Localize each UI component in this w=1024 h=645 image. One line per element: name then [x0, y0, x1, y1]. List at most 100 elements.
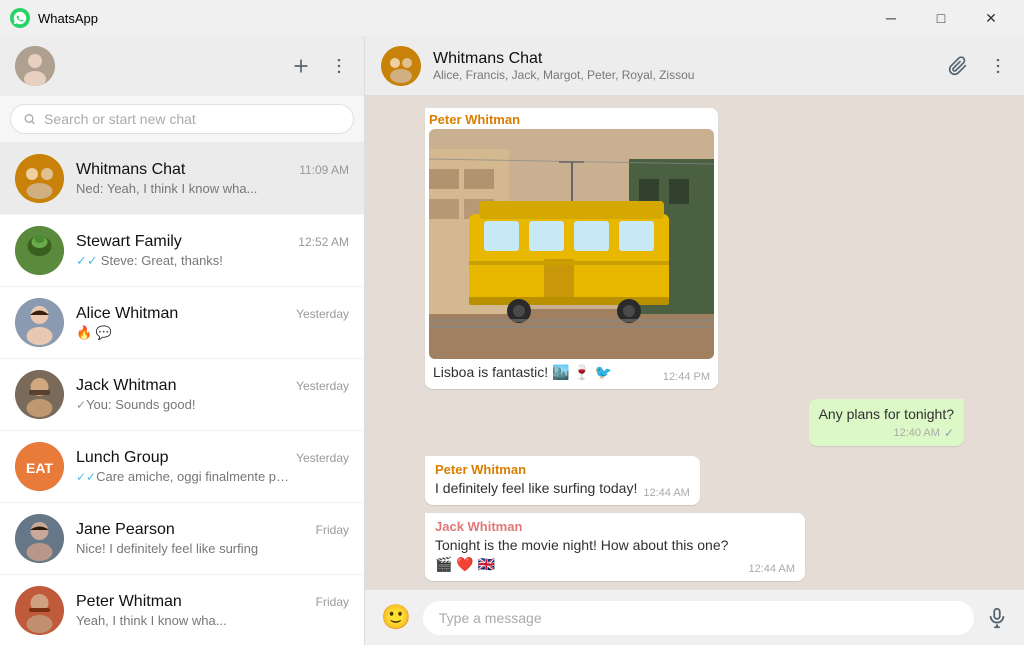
chat-top: Peter Whitman Friday	[76, 593, 349, 611]
tram-image	[429, 129, 714, 359]
chat-preview: ✓✓Steve: Great, thanks!	[76, 253, 296, 269]
message-peter-image: Peter Whitman	[425, 108, 964, 389]
chat-item-jane[interactable]: Jane Pearson Friday Nice! I definitely f…	[0, 503, 364, 575]
more-options-button[interactable]	[329, 56, 349, 76]
app-title: WhatsApp	[38, 11, 98, 26]
jane-avatar-img	[15, 514, 64, 563]
user-avatar-img	[15, 46, 55, 86]
chat-avatar	[15, 226, 64, 275]
peter-avatar-img	[15, 586, 64, 635]
emoji-button[interactable]: 🙂	[381, 603, 411, 632]
chat-item-alice[interactable]: Alice Whitman Yesterday 🔥 💬	[0, 287, 364, 359]
svg-text:EAT: EAT	[26, 460, 53, 476]
chat-content: Stewart Family 12:52 AM ✓✓Steve: Great, …	[76, 233, 349, 269]
chat-header-info: Whitmans Chat Alice, Francis, Jack, Marg…	[433, 50, 936, 82]
user-avatar[interactable]	[15, 46, 55, 86]
message-text: I definitely feel like surfing today!	[435, 479, 637, 499]
chat-avatar	[15, 370, 64, 419]
search-input[interactable]	[44, 111, 341, 127]
chat-preview: ✓✓Care amiche, oggi finalmente posso	[76, 469, 296, 484]
message-bubble[interactable]: Any plans for tonight? 12:40 AM ✓	[809, 399, 964, 447]
search-bar	[0, 96, 364, 143]
whatsapp-logo	[10, 8, 30, 28]
chat-avatar	[15, 514, 64, 563]
chat-preview: Yeah, I think I know wha...	[76, 613, 296, 628]
whitmans-avatar-img	[15, 154, 64, 203]
chat-time: Yesterday	[296, 451, 349, 465]
chat-item-whitmans[interactable]: Whitmans Chat 11:09 AM Ned: Yeah, I thin…	[0, 143, 364, 215]
chat-content: Alice Whitman Yesterday 🔥 💬	[76, 305, 349, 341]
chat-content: Jack Whitman Yesterday ✓You: Sounds good…	[76, 377, 349, 412]
message-input[interactable]	[423, 601, 974, 635]
chat-name: Alice Whitman	[76, 305, 178, 323]
chat-content: Lunch Group Yesterday ✓✓Care amiche, ogg…	[76, 449, 349, 484]
lunch-avatar-img: EAT	[15, 442, 64, 491]
chat-avatar: EAT	[15, 442, 64, 491]
chat-more-button[interactable]	[988, 56, 1008, 76]
stewart-avatar-img	[15, 226, 64, 275]
input-bar: 🙂	[365, 590, 1024, 645]
sidebar-actions	[291, 56, 349, 76]
chat-top: Alice Whitman Yesterday	[76, 305, 349, 323]
attach-button[interactable]	[948, 56, 968, 76]
main-chat: Whitmans Chat Alice, Francis, Jack, Marg…	[365, 36, 1024, 645]
message-footer: 12:40 AM ✓	[819, 426, 954, 440]
chat-content: Whitmans Chat 11:09 AM Ned: Yeah, I thin…	[76, 161, 349, 196]
sidebar-header	[0, 36, 364, 96]
plus-icon	[291, 56, 311, 76]
chat-avatar	[15, 298, 64, 347]
message-sender: Peter Whitman	[435, 462, 690, 477]
message-sender: Jack Whitman	[435, 519, 795, 534]
alice-avatar-img	[15, 298, 64, 347]
read-tick: ✓	[944, 426, 954, 440]
chat-time: Friday	[316, 595, 349, 609]
emoji-icon: 🙂	[381, 603, 411, 632]
chat-content: Jane Pearson Friday Nice! I definitely f…	[76, 521, 349, 556]
message-time: 12:44 AM	[643, 487, 689, 499]
chat-item-stewart[interactable]: Stewart Family 12:52 AM ✓✓Steve: Great, …	[0, 215, 364, 287]
chat-preview: 🔥 💬	[76, 325, 296, 341]
chat-name: Jack Whitman	[76, 377, 176, 395]
message-time: 12:44 AM	[749, 563, 795, 575]
chat-top: Whitmans Chat 11:09 AM	[76, 161, 349, 179]
maximize-button[interactable]: □	[918, 0, 964, 36]
message-time: 12:44 PM	[663, 371, 710, 383]
chat-preview: Nice! I definitely feel like surfing	[76, 541, 296, 556]
jack-avatar-img	[15, 370, 64, 419]
chat-content: Peter Whitman Friday Yeah, I think I kno…	[76, 593, 349, 628]
message-bubble[interactable]: Peter Whitman I definitely feel like sur…	[425, 456, 700, 505]
message-text: Any plans for tonight?	[819, 405, 954, 425]
chat-top: Jane Pearson Friday	[76, 521, 349, 539]
chat-top: Lunch Group Yesterday	[76, 449, 349, 467]
chat-item-peter[interactable]: Peter Whitman Friday Yeah, I think I kno…	[0, 575, 364, 645]
tram-svg	[429, 129, 714, 359]
sidebar: Whitmans Chat 11:09 AM Ned: Yeah, I thin…	[0, 36, 365, 645]
message-peter-surfing: Peter Whitman I definitely feel like sur…	[425, 456, 964, 505]
messages-area: Peter Whitman	[365, 96, 1024, 590]
chat-top: Stewart Family 12:52 AM	[76, 233, 349, 251]
chat-item-jack[interactable]: Jack Whitman Yesterday ✓You: Sounds good…	[0, 359, 364, 431]
chat-header-avatar[interactable]	[381, 46, 421, 86]
new-chat-button[interactable]	[291, 56, 311, 76]
close-button[interactable]: ✕	[968, 0, 1014, 36]
search-input-wrap	[10, 104, 354, 134]
mic-button[interactable]	[986, 607, 1008, 629]
message-bubble[interactable]: Jack Whitman Tonight is the movie night!…	[425, 513, 805, 581]
chat-item-lunch[interactable]: EAT Lunch Group Yesterday ✓✓Care amiche,…	[0, 431, 364, 503]
chat-header: Whitmans Chat Alice, Francis, Jack, Marg…	[365, 36, 1024, 96]
tick-icon: ✓✓	[76, 470, 96, 484]
titlebar-left: WhatsApp	[10, 8, 98, 28]
chat-name: Peter Whitman	[76, 593, 182, 611]
minimize-button[interactable]: ─	[868, 0, 914, 36]
titlebar: WhatsApp ─ □ ✕	[0, 0, 1024, 36]
message-bubble[interactable]: Peter Whitman	[425, 108, 718, 389]
chat-header-name: Whitmans Chat	[433, 50, 936, 68]
paperclip-icon	[948, 56, 968, 76]
chat-time: Friday	[316, 523, 349, 537]
chat-name: Stewart Family	[76, 233, 182, 251]
chat-header-avatar-img	[381, 46, 421, 86]
tick-icon: ✓✓	[76, 253, 98, 268]
chat-avatar	[15, 154, 64, 203]
chat-header-actions	[948, 56, 1008, 76]
message-sender: Peter Whitman	[429, 112, 714, 127]
